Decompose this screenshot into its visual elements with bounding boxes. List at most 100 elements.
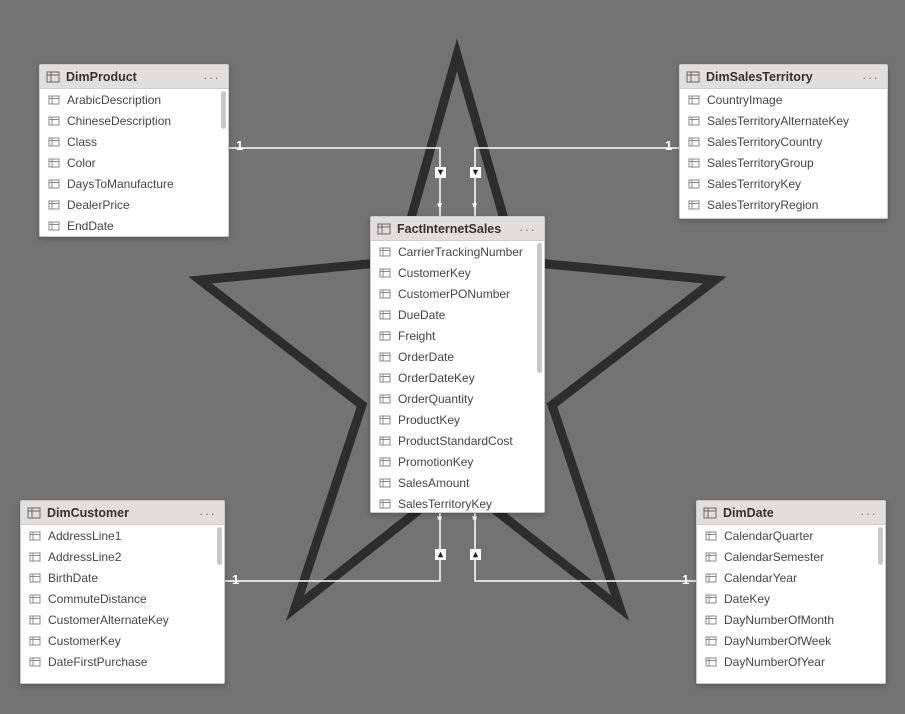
field-row[interactable]: DayNumberOfYear xyxy=(697,651,885,672)
field-row[interactable]: CustomerKey xyxy=(371,262,544,283)
field-name: CalendarYear xyxy=(724,571,797,585)
column-icon xyxy=(705,635,717,647)
more-options-icon[interactable]: ··· xyxy=(517,221,538,237)
field-row[interactable]: SalesAmount xyxy=(371,472,544,493)
field-row[interactable]: DayNumberOfWeek xyxy=(697,630,885,651)
column-icon xyxy=(29,593,41,605)
field-row[interactable]: ArabicDescription xyxy=(40,89,228,110)
field-name: SalesTerritoryGroup xyxy=(707,156,814,170)
table-title: DimCustomer xyxy=(47,506,197,520)
field-row[interactable]: OrderDateKey xyxy=(371,367,544,388)
column-icon xyxy=(379,288,391,300)
field-name: SalesTerritoryKey xyxy=(707,177,801,191)
field-name: CustomerAlternateKey xyxy=(48,613,169,627)
field-row[interactable]: DateKey xyxy=(697,588,885,609)
field-row[interactable]: CarrierTrackingNumber xyxy=(371,241,544,262)
field-row[interactable]: OrderDate xyxy=(371,346,544,367)
field-row[interactable]: CustomerPONumber xyxy=(371,283,544,304)
field-row[interactable]: CalendarSemester xyxy=(697,546,885,567)
table-icon xyxy=(377,222,391,236)
column-icon xyxy=(48,220,60,232)
column-icon xyxy=(705,656,717,668)
scrollbar[interactable] xyxy=(878,527,883,565)
field-row[interactable]: Class xyxy=(40,131,228,152)
more-options-icon[interactable]: ··· xyxy=(201,69,222,85)
table-icon xyxy=(703,506,717,520)
field-row[interactable]: ChineseDescription xyxy=(40,110,228,131)
table-dimproduct[interactable]: DimProduct ··· ArabicDescriptionChineseD… xyxy=(39,64,229,237)
field-row[interactable]: DaysToManufacture xyxy=(40,173,228,194)
field-name: EndDate xyxy=(67,219,114,233)
table-header[interactable]: DimProduct ··· xyxy=(40,65,228,89)
cardinality-many: * xyxy=(437,512,442,527)
field-name: CustomerKey xyxy=(398,266,471,280)
table-factinternetsales[interactable]: FactInternetSales ··· CarrierTrackingNum… xyxy=(370,216,545,513)
field-name: ProductStandardCost xyxy=(398,434,513,448)
field-row[interactable]: CalendarQuarter xyxy=(697,525,885,546)
table-icon xyxy=(27,506,41,520)
field-row[interactable]: SalesTerritoryCountry xyxy=(680,131,887,152)
field-row[interactable]: PromotionKey xyxy=(371,451,544,472)
field-row[interactable]: DueDate xyxy=(371,304,544,325)
field-row[interactable]: DealerPrice xyxy=(40,194,228,215)
table-icon xyxy=(686,70,700,84)
column-icon xyxy=(379,393,391,405)
column-icon xyxy=(29,614,41,626)
column-icon xyxy=(705,614,717,626)
field-name: AddressLine2 xyxy=(48,550,121,564)
column-icon xyxy=(688,136,700,148)
table-dimdate[interactable]: DimDate ··· CalendarQuarterCalendarSemes… xyxy=(696,500,886,684)
column-icon xyxy=(688,178,700,190)
field-row[interactable]: BirthDate xyxy=(21,567,224,588)
field-row[interactable]: CalendarYear xyxy=(697,567,885,588)
table-dimsalesterritory[interactable]: DimSalesTerritory ··· CountryImageSalesT… xyxy=(679,64,888,219)
table-header[interactable]: DimSalesTerritory ··· xyxy=(680,65,887,89)
field-name: ProductKey xyxy=(398,413,460,427)
table-dimcustomer[interactable]: DimCustomer ··· AddressLine1 AddressLine2… xyxy=(20,500,225,684)
field-row[interactable]: Freight xyxy=(371,325,544,346)
field-row[interactable]: CustomerAlternateKey xyxy=(21,609,224,630)
field-row[interactable]: CountryImage xyxy=(680,89,887,110)
field-name: BirthDate xyxy=(48,571,98,585)
field-row[interactable]: CustomerKey xyxy=(21,630,224,651)
field-name: SalesTerritoryCountry xyxy=(707,135,822,149)
field-row[interactable]: ProductStandardCost xyxy=(371,430,544,451)
field-row[interactable]: SalesTerritoryKey xyxy=(371,493,544,512)
field-name: CustomerPONumber xyxy=(398,287,510,301)
scrollbar[interactable] xyxy=(537,243,542,373)
field-row[interactable]: AddressLine2 xyxy=(21,546,224,567)
scrollbar[interactable] xyxy=(221,91,226,129)
field-row[interactable]: EndDate xyxy=(40,215,228,236)
field-row[interactable]: DateFirstPurchase xyxy=(21,651,224,672)
column-icon xyxy=(29,572,41,584)
filter-direction-arrow xyxy=(470,167,481,178)
field-row[interactable]: SalesTerritoryRegion xyxy=(680,194,887,215)
column-icon xyxy=(688,115,700,127)
more-options-icon[interactable]: ··· xyxy=(858,505,879,521)
field-row[interactable]: CommuteDistance xyxy=(21,588,224,609)
column-icon xyxy=(29,635,41,647)
field-row[interactable]: SalesTerritoryKey xyxy=(680,173,887,194)
table-header[interactable]: DimCustomer ··· xyxy=(21,501,224,525)
field-row[interactable]: SalesTerritoryGroup xyxy=(680,152,887,173)
field-row[interactable]: DayNumberOfMonth xyxy=(697,609,885,630)
field-row[interactable]: OrderQuantity xyxy=(371,388,544,409)
column-icon xyxy=(379,414,391,426)
field-row[interactable]: Color xyxy=(40,152,228,173)
table-header[interactable]: FactInternetSales ··· xyxy=(371,217,544,241)
field-name: Color xyxy=(67,156,96,170)
cardinality-one: 1 xyxy=(236,138,243,153)
column-icon xyxy=(48,178,60,190)
column-icon xyxy=(379,372,391,384)
column-icon xyxy=(688,199,700,211)
field-row[interactable]: SalesTerritoryAlternateKey xyxy=(680,110,887,131)
field-name: OrderDateKey xyxy=(398,371,475,385)
field-name: OrderQuantity xyxy=(398,392,473,406)
scrollbar[interactable] xyxy=(217,527,222,565)
more-options-icon[interactable]: ··· xyxy=(197,505,218,521)
table-header[interactable]: DimDate ··· xyxy=(697,501,885,525)
field-row[interactable]: ProductKey xyxy=(371,409,544,430)
field-name: AddressLine1 xyxy=(48,529,121,543)
more-options-icon[interactable]: ··· xyxy=(860,69,881,85)
field-row[interactable]: AddressLine1 xyxy=(21,525,224,546)
